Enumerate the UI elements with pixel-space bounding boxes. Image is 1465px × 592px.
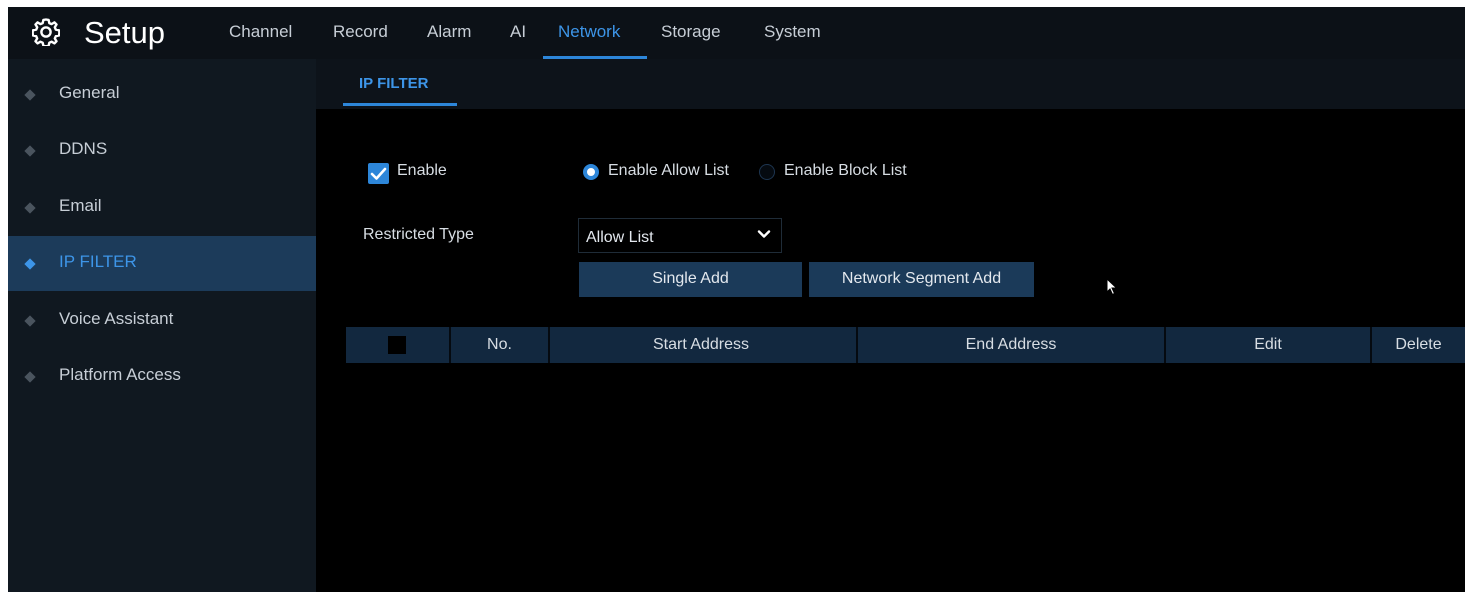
tab-system[interactable]: System: [764, 22, 821, 42]
tab-record[interactable]: Record: [333, 22, 388, 42]
block-list-label[interactable]: Enable Block List: [784, 162, 907, 180]
sidebar-item-label: Email: [59, 196, 102, 215]
column-header-end-address: End Address: [965, 336, 1057, 353]
sidebar-item-ip-filter[interactable]: IP FILTER: [8, 236, 316, 291]
setup-window: Setup Channel Record Alarm AI Network St…: [8, 7, 1465, 592]
allow-list-label[interactable]: Enable Allow List: [608, 162, 729, 180]
diamond-bullet-icon: [24, 258, 36, 270]
sidebar-item-label: Platform Access: [59, 365, 181, 384]
tab-ip-filter[interactable]: IP FILTER: [359, 75, 428, 92]
tab-network[interactable]: Network: [558, 22, 620, 42]
column-header-edit: Edit: [1254, 336, 1282, 353]
sidebar-item-platform-access[interactable]: Platform Access: [8, 349, 316, 404]
block-list-radio[interactable]: [759, 164, 775, 180]
sidebar: General DDNS Email IP FILTER Voice Assis…: [8, 59, 316, 592]
ip-filter-table-header: No. Start Address End Address Edit Delet…: [346, 327, 1465, 363]
enable-checkbox[interactable]: [368, 163, 389, 184]
tab-storage[interactable]: Storage: [661, 22, 721, 42]
diamond-bullet-icon: [24, 371, 36, 383]
allow-list-radio[interactable]: [583, 164, 599, 180]
sidebar-item-label: Voice Assistant: [59, 309, 174, 328]
sidebar-item-voice-assistant[interactable]: Voice Assistant: [8, 293, 316, 348]
restricted-type-select[interactable]: Allow List: [578, 218, 782, 253]
top-navigation-bar: Setup Channel Record Alarm AI Network St…: [8, 7, 1465, 59]
column-header-delete: Delete: [1395, 336, 1442, 353]
checkmark-icon: [370, 167, 387, 180]
active-subtab-indicator: [343, 103, 457, 106]
sidebar-item-email[interactable]: Email: [8, 180, 316, 235]
sidebar-item-label: General: [59, 83, 120, 102]
sub-tab-bar: IP FILTER: [316, 59, 1465, 109]
column-header-start-address: Start Address: [652, 336, 750, 353]
tab-channel[interactable]: Channel: [229, 22, 292, 42]
page-title: Setup: [84, 15, 166, 50]
restricted-type-value: Allow List: [586, 229, 654, 246]
diamond-bullet-icon: [24, 89, 36, 101]
network-segment-add-button[interactable]: Network Segment Add: [809, 262, 1034, 297]
tab-alarm[interactable]: Alarm: [427, 22, 471, 42]
sidebar-item-ddns[interactable]: DDNS: [8, 123, 316, 178]
sidebar-item-label: DDNS: [59, 139, 108, 158]
restricted-type-label: Restricted Type: [363, 226, 474, 243]
sidebar-item-label: IP FILTER: [59, 252, 137, 271]
select-all-checkbox[interactable]: [388, 336, 406, 354]
enable-label: Enable: [397, 162, 447, 179]
single-add-button[interactable]: Single Add: [579, 262, 802, 297]
tab-ai[interactable]: AI: [510, 22, 526, 42]
diamond-bullet-icon: [24, 145, 36, 157]
chevron-down-icon: [757, 230, 771, 238]
sidebar-item-general[interactable]: General: [8, 67, 316, 122]
mouse-cursor-icon: [1106, 278, 1118, 296]
diamond-bullet-icon: [24, 202, 36, 214]
column-header-no: No.: [487, 336, 512, 353]
gear-icon: [32, 18, 60, 46]
diamond-bullet-icon: [24, 315, 36, 327]
